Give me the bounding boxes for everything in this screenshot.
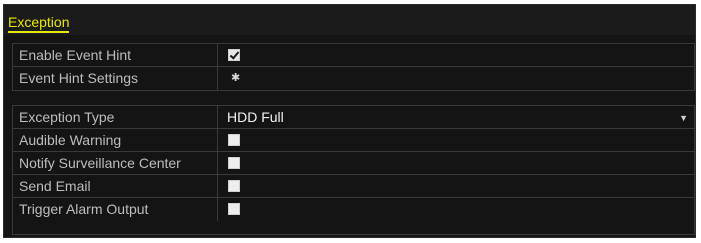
row-notify-surveillance-center: Notify Surveillance Center [13,152,694,175]
gear-icon[interactable]: ✱ [231,70,240,86]
tab-exception[interactable]: Exception [8,15,70,33]
send-email-label: Send Email [13,175,218,197]
checkmark-icon [229,49,240,60]
exception-type-select[interactable]: HDD Full ▼ [219,106,694,128]
trigger-alarm-output-label: Trigger Alarm Output [13,198,218,221]
send-email-checkbox[interactable] [228,180,240,192]
row-exception-type: Exception Type HDD Full ▼ [13,106,694,129]
audible-warning-label: Audible Warning [13,129,218,151]
audible-warning-checkbox[interactable] [228,134,240,146]
row-event-hint-settings: Event Hint Settings ✱ [13,67,694,90]
row-audible-warning: Audible Warning [13,129,694,152]
notify-surveillance-center-label: Notify Surveillance Center [13,152,218,174]
exception-settings-group: Exception Type HDD Full ▼ Audible Warnin… [12,105,695,235]
row-send-email: Send Email [13,175,694,198]
notify-surveillance-center-checkbox[interactable] [228,157,240,169]
exception-panel: Exception Enable Event Hint Event Hint S… [3,4,696,238]
event-hint-group: Enable Event Hint Event Hint Settings ✱ [12,43,695,91]
enable-event-hint-label: Enable Event Hint [13,44,218,66]
enable-event-hint-checkbox[interactable] [228,49,240,61]
trigger-alarm-output-checkbox[interactable] [228,203,240,215]
chevron-down-icon[interactable]: ▼ [679,107,688,129]
exception-type-label: Exception Type [13,106,218,128]
exception-type-value: HDD Full [227,109,284,125]
row-enable-event-hint: Enable Event Hint [13,44,694,67]
title-bar: Exception [4,5,695,35]
row-trigger-alarm-output: Trigger Alarm Output [13,198,694,221]
event-hint-settings-label: Event Hint Settings [13,67,218,90]
